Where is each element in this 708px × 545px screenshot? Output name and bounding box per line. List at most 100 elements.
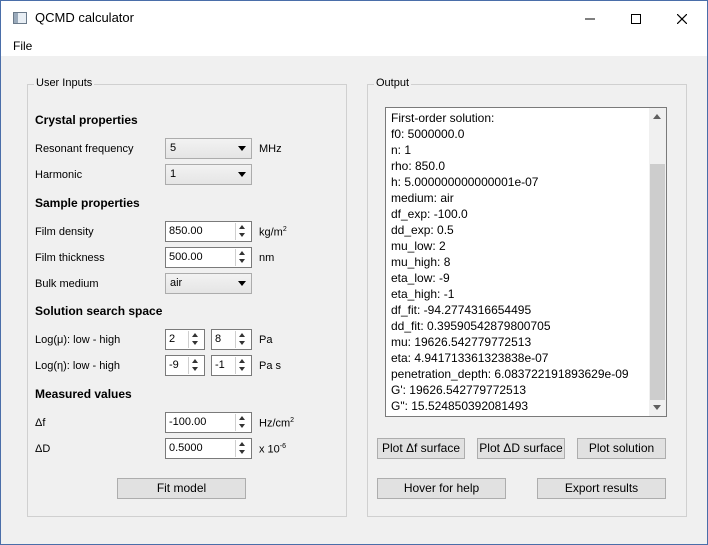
delta-f-label: Δf bbox=[35, 417, 46, 429]
solution-search-heading: Solution search space bbox=[35, 304, 163, 318]
spin-up-icon bbox=[192, 359, 198, 363]
spin-down-icon bbox=[192, 367, 198, 371]
title-bar: QCMD calculator bbox=[1, 1, 707, 36]
eta-low-input[interactable]: -9 bbox=[165, 355, 205, 376]
spin-up-icon bbox=[192, 333, 198, 337]
output-line: f0: 5000000.0 bbox=[391, 127, 465, 141]
spin-buttons[interactable] bbox=[235, 357, 250, 374]
spin-buttons[interactable] bbox=[235, 249, 250, 266]
export-results-button[interactable]: Export results bbox=[537, 478, 666, 499]
mu-high-value: 8 bbox=[215, 333, 222, 345]
spin-buttons[interactable] bbox=[235, 414, 250, 431]
delta-d-unit: x 10-6 bbox=[259, 443, 286, 456]
output-line: eta_low: -9 bbox=[391, 271, 450, 285]
plot-df-surface-button[interactable]: Plot Δf surface bbox=[377, 438, 465, 459]
resonant-frequency-select[interactable]: 5 bbox=[165, 138, 252, 159]
spin-up-icon bbox=[239, 333, 245, 337]
output-line: h: 5.000000000000001e-07 bbox=[391, 175, 539, 189]
spin-buttons[interactable] bbox=[235, 440, 250, 457]
spin-buttons[interactable] bbox=[188, 357, 203, 374]
delta-d-value: 0.5000 bbox=[169, 442, 203, 454]
scroll-up-icon[interactable] bbox=[653, 114, 661, 119]
film-thickness-unit: nm bbox=[259, 252, 275, 264]
mu-unit: Pa bbox=[259, 334, 273, 346]
harmonic-select[interactable]: 1 bbox=[165, 164, 252, 185]
spin-down-icon bbox=[239, 259, 245, 263]
film-density-label: Film density bbox=[35, 226, 94, 238]
plot-solution-button[interactable]: Plot solution bbox=[577, 438, 666, 459]
film-density-unit-text: kg/m bbox=[259, 226, 283, 239]
delta-f-unit-text: Hz/cm bbox=[259, 417, 291, 430]
output-textbox[interactable]: First-order solution: f0: 5000000.0 n: 1 rh… bbox=[385, 107, 667, 417]
spin-up-icon bbox=[239, 251, 245, 255]
film-density-input[interactable]: 850.00 bbox=[165, 221, 252, 242]
mu-low-value: 2 bbox=[169, 333, 176, 345]
output-line: dd_exp: 0.5 bbox=[391, 223, 454, 237]
bulk-medium-select[interactable]: air bbox=[165, 273, 252, 294]
chevron-down-icon bbox=[238, 281, 246, 286]
plot-dd-surface-button[interactable]: Plot ΔD surface bbox=[477, 438, 565, 459]
spin-down-icon bbox=[239, 450, 245, 454]
film-density-value: 850.00 bbox=[169, 225, 203, 237]
resonant-frequency-unit: MHz bbox=[259, 143, 282, 155]
eta-high-input[interactable]: -1 bbox=[211, 355, 252, 376]
output-scrollbar[interactable] bbox=[649, 108, 666, 416]
spin-down-icon bbox=[192, 341, 198, 345]
maximize-icon bbox=[631, 13, 641, 24]
film-thickness-label: Film thickness bbox=[35, 252, 105, 264]
crystal-properties-heading: Crystal properties bbox=[35, 113, 138, 127]
mu-low-input[interactable]: 2 bbox=[165, 329, 205, 350]
delta-d-input[interactable]: 0.5000 bbox=[165, 438, 252, 459]
bulk-medium-label: Bulk medium bbox=[35, 278, 99, 290]
delta-f-value: -100.00 bbox=[169, 416, 207, 428]
close-icon bbox=[677, 13, 687, 24]
spin-buttons[interactable] bbox=[235, 223, 250, 240]
output-line: mu_high: 8 bbox=[391, 255, 451, 269]
scroll-thumb[interactable] bbox=[650, 164, 665, 400]
spin-down-icon bbox=[239, 341, 245, 345]
log-eta-label: Log(η): low - high bbox=[35, 360, 120, 372]
minimize-icon bbox=[585, 18, 595, 19]
window-title: QCMD calculator bbox=[35, 10, 134, 25]
spin-up-icon bbox=[239, 359, 245, 363]
minimize-button[interactable] bbox=[567, 1, 613, 36]
harmonic-value: 1 bbox=[170, 168, 177, 180]
chevron-down-icon bbox=[238, 146, 246, 151]
log-mu-label: Log(μ): low - high bbox=[35, 334, 121, 346]
output-line: penetration_depth: 6.083722191893629e-09 bbox=[391, 367, 629, 381]
delta-d-label: ΔD bbox=[35, 443, 51, 455]
film-density-unit: kg/m2 bbox=[259, 226, 287, 239]
spin-buttons[interactable] bbox=[188, 331, 203, 348]
spin-up-icon bbox=[239, 416, 245, 420]
spin-up-icon bbox=[239, 225, 245, 229]
mu-high-input[interactable]: 8 bbox=[211, 329, 252, 350]
chevron-down-icon bbox=[238, 172, 246, 177]
delta-f-unit-exponent: 2 bbox=[290, 417, 295, 424]
film-thickness-input[interactable]: 500.00 bbox=[165, 247, 252, 268]
scroll-down-icon[interactable] bbox=[653, 405, 661, 410]
delta-d-unit-exponent: -6 bbox=[279, 443, 287, 450]
maximize-button[interactable] bbox=[613, 1, 659, 36]
output-line: n: 1 bbox=[391, 143, 412, 157]
app-window: QCMD calculator File User Inputs Crystal… bbox=[0, 0, 708, 545]
harmonic-label: Harmonic bbox=[35, 169, 83, 181]
delta-d-unit-text: x 10 bbox=[259, 443, 280, 456]
spin-down-icon bbox=[239, 424, 245, 428]
app-window-icon bbox=[13, 12, 27, 24]
output-line: G": 15.524850392081493 bbox=[391, 399, 529, 413]
resonant-frequency-label: Resonant frequency bbox=[35, 143, 134, 155]
hover-for-help-button[interactable]: Hover for help bbox=[377, 478, 506, 499]
delta-f-unit: Hz/cm2 bbox=[259, 417, 294, 430]
delta-f-input[interactable]: -100.00 bbox=[165, 412, 252, 433]
output-line: df_fit: -94.2774316654495 bbox=[391, 303, 532, 317]
menu-file[interactable]: File bbox=[13, 39, 32, 53]
output-line: G': 19626.542779772513 bbox=[391, 383, 527, 397]
fit-model-button[interactable]: Fit model bbox=[117, 478, 246, 499]
film-thickness-value: 500.00 bbox=[169, 251, 203, 263]
user-inputs-title: User Inputs bbox=[34, 77, 95, 89]
eta-low-value: -9 bbox=[169, 359, 179, 371]
spin-buttons[interactable] bbox=[235, 331, 250, 348]
output-line: df_exp: -100.0 bbox=[391, 207, 468, 221]
bulk-medium-value: air bbox=[170, 277, 183, 289]
close-button[interactable] bbox=[659, 1, 705, 36]
